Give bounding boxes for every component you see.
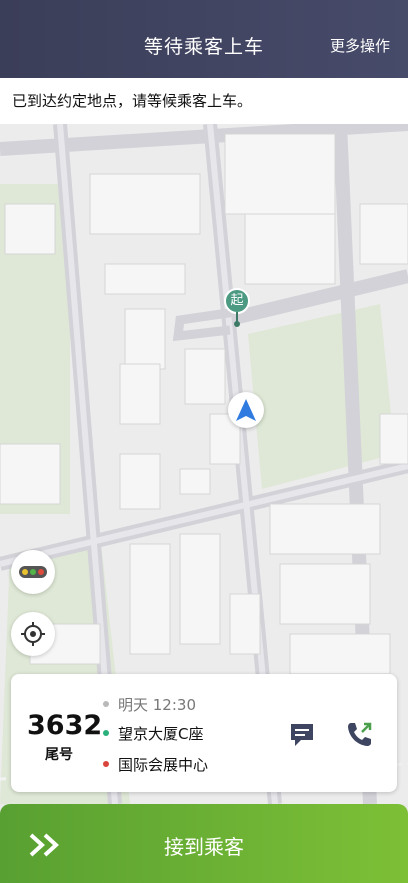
picked-up-passenger-button[interactable]: 接到乘客: [0, 804, 408, 883]
call-button[interactable]: [345, 719, 375, 749]
start-pin-label: 起: [224, 288, 250, 314]
top-bar: 等待乘客上车 更多操作: [0, 0, 408, 88]
destination-address: 国际会展中心: [118, 756, 209, 774]
crosshair-icon: [21, 622, 45, 646]
tail-number-label: 尾号: [45, 747, 73, 763]
locate-me-button[interactable]: [11, 612, 55, 656]
arrival-notice: 已到达约定地点，请等候乘客上车。: [0, 78, 408, 124]
start-point-pin[interactable]: 起: [224, 288, 250, 328]
pin-dot: [234, 321, 240, 327]
navigation-arrow-icon: [236, 399, 256, 421]
more-actions-button[interactable]: 更多操作: [330, 35, 390, 56]
clock-dot-icon: [103, 700, 109, 707]
action-label: 接到乘客: [164, 835, 244, 859]
destination-dot-icon: [103, 760, 109, 767]
message-button[interactable]: [287, 719, 317, 749]
current-location-marker: [228, 392, 264, 428]
passenger-tail-number: 3632: [27, 710, 103, 741]
traffic-toggle-button[interactable]: [11, 550, 55, 594]
pickup-address-row: 望京大厦C座: [103, 723, 203, 744]
pickup-dot-icon: [103, 729, 109, 736]
traffic-light-icon: [19, 566, 47, 578]
pickup-time: 明天 12:30: [118, 696, 196, 714]
phone-icon: [348, 722, 372, 746]
pickup-address: 望京大厦C座: [118, 725, 204, 743]
order-info-card: 3632 尾号 明天 12:30 望京大厦C座 国际会展中心: [11, 674, 397, 792]
destination-row: 国际会展中心: [103, 754, 208, 775]
message-icon: [291, 724, 313, 746]
pickup-time-row: 明天 12:30: [103, 694, 196, 715]
